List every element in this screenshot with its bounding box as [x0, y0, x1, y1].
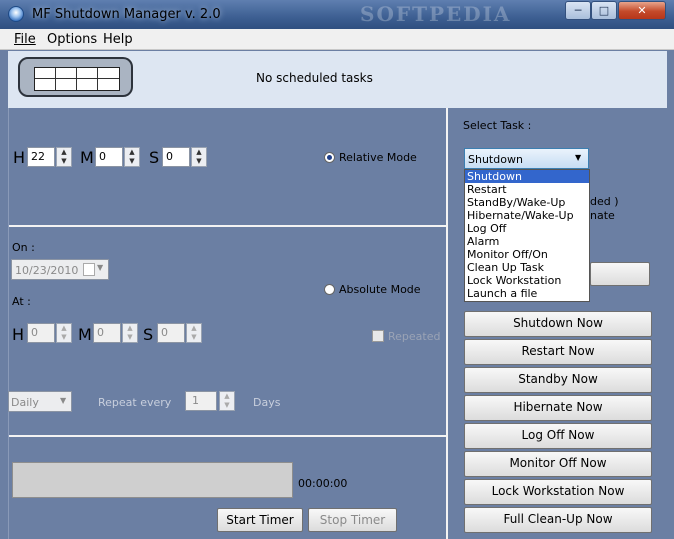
date-picker[interactable]: 10/23/2010 ▼ — [11, 259, 109, 280]
relative-mode-label: Relative Mode — [339, 151, 417, 164]
computer-panel-icon — [18, 57, 133, 97]
task-option[interactable]: Shutdown — [465, 170, 589, 183]
chevron-down-icon: ▼ — [575, 153, 582, 162]
repeat-every-label: Repeat every — [98, 396, 172, 409]
repeat-frequency-value: Daily — [11, 396, 39, 409]
rel-hours-input[interactable]: 22 — [27, 147, 55, 167]
panel-divider-vertical — [446, 108, 448, 539]
action-button[interactable]: Shutdown Now — [464, 311, 652, 337]
abs-minutes-label: M — [78, 325, 92, 344]
task-select-value: Shutdown — [468, 153, 523, 166]
maximize-button[interactable]: □ — [591, 1, 617, 20]
select-task-label: Select Task : — [463, 119, 532, 132]
task-select[interactable]: Shutdown ▼ — [464, 148, 589, 169]
panel-divider-2 — [8, 435, 446, 437]
task-option[interactable]: Hibernate/Wake-Up — [465, 209, 589, 222]
chevron-down-icon: ▼ — [60, 396, 67, 405]
abs-hours-label: H — [12, 325, 25, 344]
task-option[interactable]: Clean Up Task — [465, 261, 589, 274]
task-option[interactable]: Lock Workstation — [465, 274, 589, 287]
rel-seconds-value: 0 — [166, 150, 173, 163]
relative-mode-radio[interactable] — [324, 152, 335, 163]
rel-minutes-value: 0 — [99, 150, 106, 163]
absolute-mode-radio[interactable] — [324, 284, 335, 295]
menu-bar: File Options Help — [0, 29, 674, 50]
repeat-count-spinner[interactable]: ▲ ▼ — [219, 391, 235, 411]
panel-divider-1 — [8, 225, 446, 227]
action-button[interactable]: Log Off Now — [464, 423, 652, 449]
rel-minutes-label: M — [80, 148, 94, 167]
menu-help-label: Help — [103, 32, 133, 47]
rel-hours-value: 22 — [31, 150, 45, 163]
action-button[interactable]: Standby Now — [464, 367, 652, 393]
repeated-checkbox[interactable] — [372, 330, 384, 342]
menu-help[interactable]: Help — [103, 32, 133, 47]
hidden-action-button[interactable] — [590, 262, 650, 286]
start-timer-button[interactable]: Start Timer — [217, 508, 303, 532]
title-bar: MF Shutdown Manager v. 2.0 SOFTPEDIA ─ □… — [0, 0, 674, 29]
stop-timer-button[interactable]: Stop Timer — [308, 508, 397, 532]
rel-hours-spinner[interactable]: ▲ ▼ — [56, 147, 72, 167]
action-button[interactable]: Full Clean-Up Now — [464, 507, 652, 533]
window-title: MF Shutdown Manager v. 2.0 — [32, 7, 221, 22]
on-label: On : — [12, 241, 35, 254]
task-option[interactable]: Launch a file — [465, 287, 589, 300]
close-button[interactable]: ✕ — [618, 1, 666, 20]
repeated-label: Repeated — [388, 330, 441, 343]
calendar-icon — [83, 263, 95, 276]
task-option[interactable]: Restart — [465, 183, 589, 196]
abs-hours-spinner[interactable]: ▲ ▼ — [56, 323, 72, 343]
panel-left-edge — [8, 108, 9, 539]
watermark-text: SOFTPEDIA — [360, 2, 512, 26]
abs-minutes-input[interactable]: 0 — [93, 323, 121, 343]
action-button[interactable]: Lock Workstation Now — [464, 479, 652, 505]
rel-minutes-spinner[interactable]: ▲ ▼ — [124, 147, 140, 167]
menu-options[interactable]: Options — [47, 32, 97, 47]
repeat-count-value: 1 — [192, 394, 199, 407]
rel-seconds-label: S — [149, 148, 160, 167]
action-button[interactable]: Hibernate Now — [464, 395, 652, 421]
date-value: 10/23/2010 — [15, 264, 79, 277]
menu-file-label: File — [14, 32, 36, 47]
task-option[interactable]: Log Off — [465, 222, 589, 235]
absolute-mode-label: Absolute Mode — [339, 283, 421, 296]
repeat-frequency-select[interactable]: Daily ▼ — [8, 391, 72, 412]
rel-seconds-spinner[interactable]: ▲ ▼ — [191, 147, 207, 167]
schedule-status: No scheduled tasks — [256, 71, 373, 85]
action-button[interactable]: Monitor Off Now — [464, 451, 652, 477]
at-label: At : — [12, 295, 31, 308]
rel-minutes-input[interactable]: 0 — [95, 147, 123, 167]
action-button[interactable]: Restart Now — [464, 339, 652, 365]
timer-countdown: 00:00:00 — [298, 477, 348, 490]
abs-minutes-value: 0 — [97, 326, 104, 339]
abs-hours-value: 0 — [31, 326, 38, 339]
app-power-icon[interactable] — [8, 6, 24, 22]
menu-file[interactable]: File — [14, 32, 36, 47]
abs-seconds-label: S — [143, 325, 154, 344]
timer-progress-bar — [12, 462, 293, 498]
date-dropdown-arrow-icon: ▼ — [97, 263, 104, 272]
abs-hours-input[interactable]: 0 — [27, 323, 55, 343]
abs-seconds-spinner[interactable]: ▲ ▼ — [186, 323, 202, 343]
task-dropdown-list: Shutdown Restart StandBy/Wake-Up Hibernate/… — [464, 169, 590, 302]
action-buttons: Shutdown Now Restart Now Standby Now Hibern… — [464, 311, 652, 535]
task-option[interactable]: Monitor Off/On — [465, 248, 589, 261]
task-option[interactable]: StandBy/Wake-Up — [465, 196, 589, 209]
task-option[interactable]: Alarm — [465, 235, 589, 248]
repeat-unit-label: Days — [253, 396, 281, 409]
repeat-count-input[interactable]: 1 — [185, 391, 217, 411]
abs-minutes-spinner[interactable]: ▲ ▼ — [122, 323, 138, 343]
menu-options-label: Options — [47, 32, 98, 47]
abs-seconds-value: 0 — [161, 326, 168, 339]
minimize-button[interactable]: ─ — [565, 1, 591, 20]
hidden-option-text-2: nate — [590, 209, 615, 222]
abs-seconds-input[interactable]: 0 — [157, 323, 185, 343]
rel-hours-label: H — [13, 148, 26, 167]
hidden-option-text-1: ded ) — [590, 195, 619, 208]
rel-seconds-input[interactable]: 0 — [162, 147, 190, 167]
